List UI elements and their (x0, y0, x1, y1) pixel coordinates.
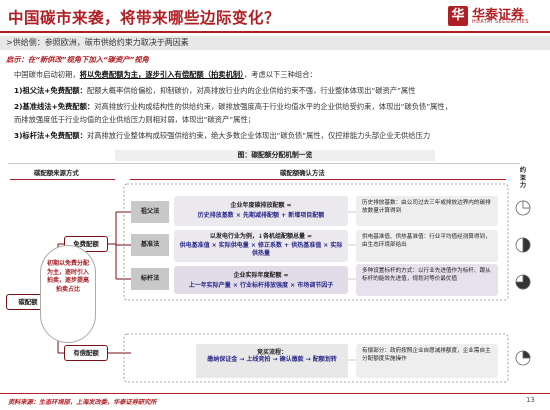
formula-benchmark-body: 上一年实际产量 × 行业标杆排放强度 × 市场调节因子 (188, 282, 334, 289)
auction-title: 竞买流程： (256, 349, 287, 356)
method-baseline: 基准法 (131, 234, 169, 256)
constraint-strong-icon (515, 274, 531, 290)
formula-grandfather-body: 历史排放基数 × 先期减排配额 + 新增项目配额 (197, 212, 325, 219)
transition-text: 初期以免费分配为主，逐时引入拍卖，逐步提高拍卖占比 (46, 260, 89, 293)
source-note: 资料来源：生态环境部，上海发改委，华泰证券研究所 (8, 399, 157, 406)
auction-process: 竞买流程： 缴纳保证金 → 上线竞拍 → 确认缴款 → 配额划转 (196, 344, 348, 378)
constraint-medium-icon (515, 237, 531, 253)
formula-benchmark-title: 企业实际年度配额 = (233, 272, 289, 279)
note-baseline: 供电基准值、供热基准值：行业平均值经测算得到，由生态环境部给出 (356, 230, 498, 262)
note-grandfather: 历史排放基数：由公司过去三年或排放边界内的碳排放数量计算得到 (356, 196, 498, 226)
formula-baseline-body: 供电基准值 × 实际供电量 × 修正系数 + 供热基准值 × 实际供热量 (179, 242, 343, 257)
constraint-varies-icon (515, 350, 531, 366)
formula-baseline: 以发电行业为例，↓各机组配额总量 = 供电基准值 × 实际供电量 × 修正系数 … (174, 230, 348, 262)
formula-benchmark: 企业实际年度配额 = 上一年实际产量 × 行业标杆排放强度 × 市场调节因子 (174, 266, 348, 294)
formula-grandfather: 企业年度碳排放配额 = 历史排放基数 × 先期减排配额 + 新增项目配额 (174, 196, 348, 226)
footer-divider (0, 393, 550, 394)
node-paid-quota: 有偿配额 (64, 345, 108, 361)
note-benchmark: 多种设置标杆的方式：以行业先进值作为标杆、跟从标杆的能效先进值，规划对等价最优值 (356, 264, 498, 296)
formula-baseline-title: 以发电行业为例，↓各机组配额总量 = (209, 233, 313, 240)
auction-steps: 缴纳保证金 → 上线竞拍 → 确认缴款 → 配额划转 (207, 356, 337, 363)
formula-grandfather-title: 企业年度碳排放配额 = (230, 202, 292, 209)
method-grandfather: 祖父法 (131, 201, 169, 223)
constraint-weak-icon (515, 200, 531, 216)
note-auction: 有偿部分：政府按照企业自愿减排额度，企业需自主分配额度实施操作 (356, 344, 498, 378)
method-benchmark: 标杆法 (131, 268, 169, 290)
page-number: 13 (526, 396, 535, 404)
